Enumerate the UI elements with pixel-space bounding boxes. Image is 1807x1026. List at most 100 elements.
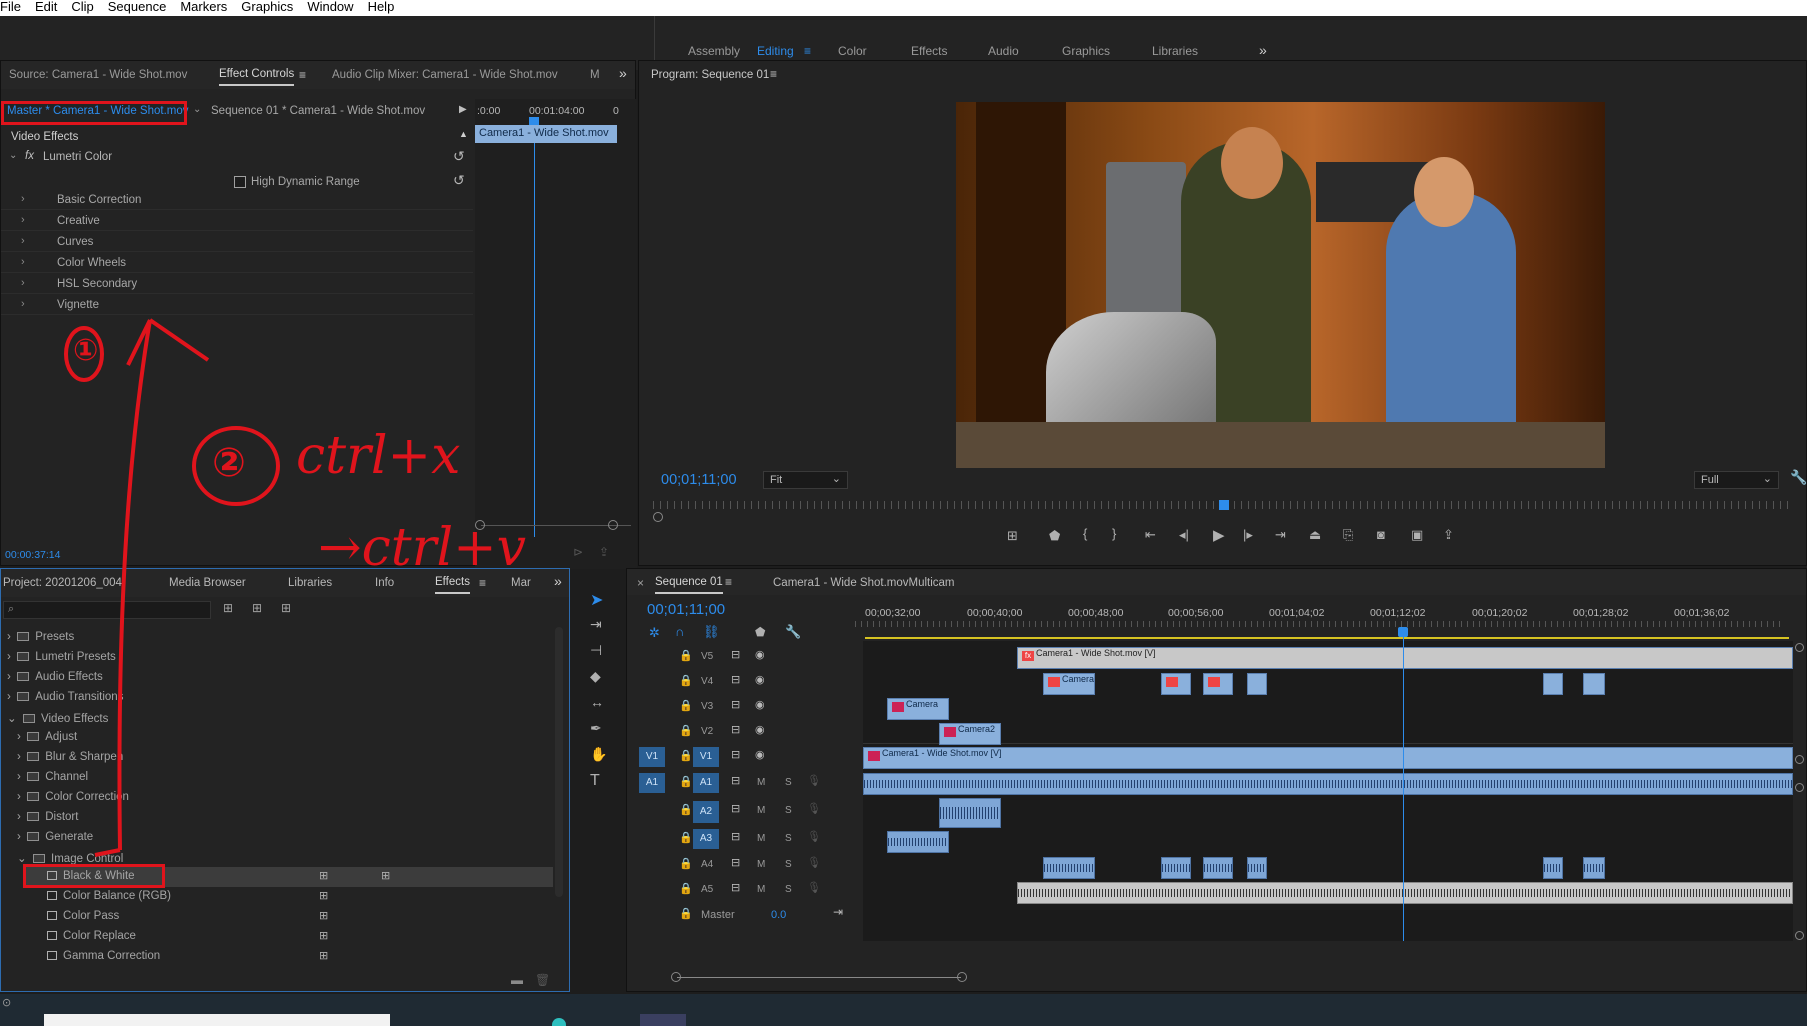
32bit-effects-icon[interactable]: ⊞: [252, 601, 262, 615]
tab-libraries[interactable]: Libraries: [288, 577, 332, 589]
tree-item-generate[interactable]: › Generate: [17, 831, 93, 843]
tree-item-adjust[interactable]: › Adjust: [17, 731, 77, 743]
lock-icon[interactable]: 🔒: [679, 699, 693, 712]
lumetri-row[interactable]: ⌄ fx Lumetri Color ↺: [1, 147, 473, 169]
quality-dropdown[interactable]: Full ⌄: [1694, 471, 1779, 489]
chevron-right-icon[interactable]: ›: [17, 731, 21, 743]
section-hsl-secondary[interactable]: › HSL Secondary: [1, 273, 473, 294]
chevron-down-icon[interactable]: ⌄: [9, 150, 17, 161]
chevron-down-icon[interactable]: ⌄: [193, 104, 201, 115]
clip-a4-c[interactable]: [1203, 857, 1233, 879]
menu-file[interactable]: File: [0, 0, 21, 16]
camera-icon[interactable]: ◙: [1377, 527, 1385, 542]
clip-a4-e[interactable]: [1543, 857, 1563, 879]
master-value[interactable]: 0.0: [771, 909, 786, 921]
tree-item-channel[interactable]: › Channel: [17, 771, 88, 783]
sync-lock-icon[interactable]: ⊟: [731, 830, 740, 843]
clip-v2[interactable]: Camera2: [939, 723, 1001, 745]
chevron-right-icon[interactable]: ›: [17, 771, 21, 783]
mini-timeline-clip[interactable]: Camera1 - Wide Shot.mov: [475, 125, 617, 143]
slip-tool-icon[interactable]: ↔: [590, 694, 604, 710]
tab-metadata[interactable]: M: [590, 69, 600, 81]
tab-menu-icon[interactable]: ≡: [725, 575, 732, 589]
go-to-out-icon[interactable]: ⇥: [1275, 527, 1286, 543]
lock-icon[interactable]: 🔒: [679, 775, 693, 788]
solo-button[interactable]: S: [785, 859, 792, 870]
timeline-vertical-scroll[interactable]: [1795, 641, 1805, 941]
menu-window[interactable]: Window: [307, 0, 353, 16]
tab-menu-icon[interactable]: ≡: [479, 576, 486, 590]
clip-a4-a[interactable]: [1043, 857, 1095, 879]
hscroll-handle-left[interactable]: [671, 972, 681, 982]
new-bin-icon[interactable]: ▬: [511, 973, 523, 987]
scroll-handle-icon[interactable]: [1795, 931, 1804, 940]
step-back-icon[interactable]: ◂|: [1179, 527, 1189, 543]
solo-button[interactable]: S: [785, 805, 792, 816]
hscroll-handle-right[interactable]: [957, 972, 967, 982]
timeline-ruler[interactable]: 00;00;32;00 00;00;40;00 00;00;48;00 00;0…: [855, 601, 1785, 631]
program-playhead[interactable]: [1219, 500, 1229, 510]
tab-project[interactable]: Project: 20201206_004: [3, 577, 122, 589]
work-area-bar[interactable]: [865, 637, 1789, 639]
panel-overflow-icon[interactable]: »: [619, 65, 627, 81]
wrench-icon[interactable]: 🔧: [1790, 469, 1807, 486]
menu-edit[interactable]: Edit: [35, 0, 57, 16]
tree-item-image-control[interactable]: ⌄ Image Control: [17, 851, 123, 865]
linked-selection-icon[interactable]: ⛓: [703, 624, 720, 640]
sync-lock-icon[interactable]: ⊟: [731, 698, 740, 711]
sync-lock-icon[interactable]: ⊟: [731, 723, 740, 736]
lock-icon[interactable]: 🔒: [679, 831, 693, 844]
chevron-right-icon[interactable]: ›: [21, 298, 25, 310]
tab-source[interactable]: Source: Camera1 - Wide Shot.mov: [9, 69, 187, 81]
clip-v4-b[interactable]: [1161, 673, 1191, 695]
tree-item-audio-effects[interactable]: › Audio Effects: [7, 671, 103, 683]
tree-item-video-effects[interactable]: ⌄ Video Effects: [7, 711, 108, 725]
scroll-handle-icon[interactable]: [1795, 643, 1804, 652]
clip-a5[interactable]: [1017, 882, 1793, 904]
tree-item-lumetri-presets[interactable]: › Lumetri Presets: [7, 651, 116, 663]
collapse-up-icon[interactable]: ▲: [459, 129, 468, 139]
section-curves[interactable]: › Curves: [1, 231, 473, 252]
safe-margins-icon[interactable]: ▣: [1411, 527, 1423, 543]
effects-search-field[interactable]: [22, 603, 208, 617]
lift-icon[interactable]: ⏏: [1309, 527, 1321, 543]
eye-icon[interactable]: ◉: [755, 748, 765, 761]
chevron-right-icon[interactable]: ›: [21, 193, 25, 205]
clip-v1[interactable]: Camera1 - Wide Shot.mov [V]: [863, 747, 1793, 769]
chevron-right-icon[interactable]: ›: [21, 214, 25, 226]
tab-multicam[interactable]: Camera1 - Wide Shot.movMulticam: [773, 577, 955, 589]
clip-a1[interactable]: [863, 773, 1793, 795]
snap-icon[interactable]: ∩: [675, 624, 684, 639]
sequence-clip-label[interactable]: Sequence 01 * Camera1 - Wide Shot.mov: [211, 105, 425, 117]
eye-icon[interactable]: ◉: [755, 673, 765, 686]
play-triangle-icon[interactable]: ▶: [459, 104, 467, 115]
menu-graphics[interactable]: Graphics: [241, 0, 293, 16]
source-patch-a1[interactable]: A1: [639, 773, 665, 793]
program-timecode[interactable]: 00;01;11;00: [661, 472, 737, 488]
mute-button[interactable]: M: [757, 884, 765, 895]
mic-icon[interactable]: 🎙: [807, 856, 821, 869]
workspace-libraries[interactable]: Libraries: [1152, 44, 1198, 58]
go-to-in-icon[interactable]: ⇤: [1145, 527, 1156, 543]
eye-icon[interactable]: ◉: [755, 698, 765, 711]
menu-help[interactable]: Help: [368, 0, 395, 16]
effects-search-input[interactable]: ⌕: [3, 601, 211, 619]
hdr-checkbox[interactable]: [234, 176, 246, 188]
timeline-playhead-handle[interactable]: [1398, 627, 1408, 637]
lock-icon[interactable]: 🔒: [679, 749, 693, 762]
workspace-audio[interactable]: Audio: [988, 44, 1019, 58]
clip-a2[interactable]: [939, 798, 1001, 828]
scroll-handle-icon[interactable]: [1795, 755, 1804, 764]
track-select-tool-icon[interactable]: ⇥: [590, 616, 602, 633]
export-frame-icon[interactable]: ⇪: [1443, 527, 1454, 543]
lock-icon[interactable]: 🔒: [679, 803, 693, 816]
mic-icon[interactable]: 🎙: [807, 830, 821, 843]
workspace-overflow-icon[interactable]: »: [1259, 42, 1267, 58]
section-color-wheels[interactable]: › Color Wheels: [1, 252, 473, 273]
track-target-a1[interactable]: A1: [693, 773, 719, 793]
lock-icon[interactable]: 🔒: [679, 907, 693, 920]
chevron-right-icon[interactable]: ›: [7, 651, 11, 663]
workspace-graphics[interactable]: Graphics: [1062, 44, 1110, 58]
eye-icon[interactable]: ◉: [755, 723, 765, 736]
timeline-settings-icon[interactable]: 🔧: [785, 624, 801, 640]
